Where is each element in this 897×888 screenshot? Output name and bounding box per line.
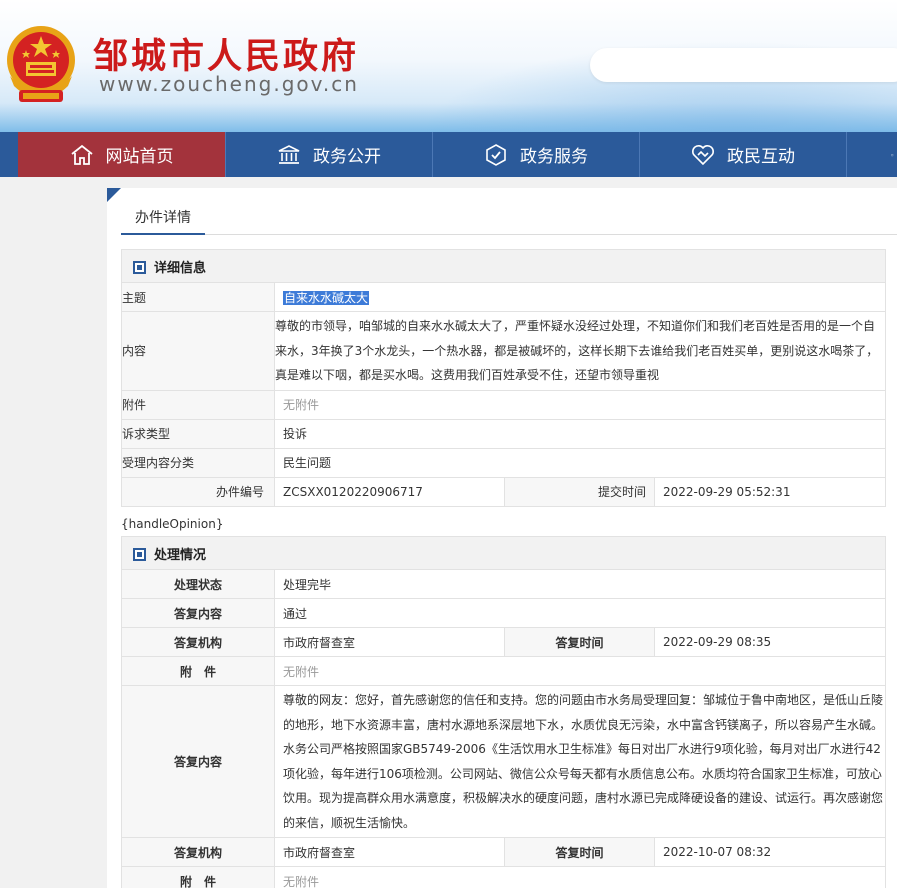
case-number-label: 办件编号 [121, 476, 275, 507]
status-label: 处理状态 [121, 569, 275, 599]
processing-table: 处理情况 处理状态 处理完毕 答复内容 通过 答复机构 市政府督查室 答复时间 … [121, 536, 886, 888]
table-row: 内容 尊敬的市领导，咱邹城的自来水水碱太大了，严重怀疑水没经过处理，不知道你们和… [121, 311, 886, 391]
nav-item-gov-services[interactable]: 政务服务 [433, 132, 640, 177]
reply-time-label: 答复时间 [504, 837, 655, 867]
tab-bar: 办件详情 [121, 202, 897, 235]
reply-time-label: 答复时间 [504, 627, 655, 657]
reply-label: 答复内容 [121, 685, 275, 838]
content-panel: 办件详情 详细信息 主题 自来水水碱太大 内容 尊敬的市领导，咱邹城的自来水水碱… [107, 188, 897, 888]
submit-time-value: 2022-09-29 05:52:31 [654, 476, 886, 507]
corner-decoration [107, 188, 121, 202]
main-nav: 网站首页 政务公开 政务服务 政民互动 [0, 132, 897, 177]
section-icon [133, 547, 146, 561]
table-row: 办件编号 ZCSXX0120220906717 提交时间 2022-09-29 … [121, 476, 886, 507]
attachment-value: 无附件 [274, 656, 886, 686]
more-icon [891, 153, 894, 156]
service-icon [486, 143, 506, 166]
table-row: 答复内容 尊敬的网友：您好，首先感谢您的信任和支持。您的问题由市水务局受理回复：… [121, 685, 886, 838]
nav-item-interaction[interactable]: 政民互动 [640, 132, 847, 177]
section-title: 处理情况 [154, 547, 207, 563]
reply-label: 答复内容 [121, 598, 275, 628]
table-row: 处理状态 处理完毕 [121, 569, 886, 599]
submit-time-label: 提交时间 [504, 476, 655, 507]
case-number-value: ZCSXX0120220906717 [274, 476, 505, 507]
subject-label: 主题 [121, 282, 275, 312]
government-building-icon [278, 144, 300, 164]
category-value: 民生问题 [274, 447, 886, 478]
home-icon [70, 144, 93, 165]
table-row: 答复机构 市政府督查室 答复时间 2022-09-29 08:35 [121, 627, 886, 657]
nav-item-label: 政务公开 [313, 147, 381, 167]
attachment-label: 附 件 [121, 866, 275, 888]
org-value: 市政府督查室 [274, 627, 505, 657]
table-row: 附 件 无附件 [121, 866, 886, 888]
reply-value: 通过 [274, 598, 886, 628]
org-label: 答复机构 [121, 627, 275, 657]
attachment-label: 附 件 [121, 656, 275, 686]
table-row: 受理内容分类 民生问题 [121, 447, 886, 478]
status-value: 处理完毕 [274, 569, 886, 599]
table-row: 附 件 无附件 [121, 656, 886, 686]
org-label: 答复机构 [121, 837, 275, 867]
type-value: 投诉 [274, 418, 886, 449]
header-banner: 邹城市人民政府 www.zoucheng.gov.cn [0, 0, 897, 132]
search-input[interactable] [590, 48, 897, 82]
table-row: 答复机构 市政府督查室 答复时间 2022-10-07 08:32 [121, 837, 886, 867]
national-emblem-icon [7, 26, 75, 102]
nav-item-label: 政务服务 [520, 147, 588, 167]
attachment-value: 无附件 [274, 389, 886, 420]
subject-value: 自来水水碱太大 [283, 290, 370, 305]
org-value: 市政府督查室 [274, 837, 505, 867]
handle-opinion-placeholder: {handleOpinion} [121, 517, 224, 531]
reply-time-value: 2022-10-07 08:32 [654, 837, 886, 867]
category-label: 受理内容分类 [121, 447, 275, 478]
section-icon [133, 260, 146, 274]
attachment-value: 无附件 [274, 866, 886, 888]
detail-table: 详细信息 主题 自来水水碱太大 内容 尊敬的市领导，咱邹城的自来水水碱太大了，严… [121, 249, 886, 507]
detail-section-header: 详细信息 [121, 249, 886, 283]
section-title: 详细信息 [154, 260, 207, 276]
attachment-label: 附件 [121, 389, 275, 420]
reply-time-value: 2022-09-29 08:35 [654, 627, 886, 657]
nav-item-label: 政民互动 [727, 147, 795, 167]
table-row: 附件 无附件 [121, 389, 886, 420]
handshake-icon [692, 144, 714, 165]
nav-item-label: 网站首页 [105, 147, 174, 167]
type-label: 诉求类型 [121, 418, 275, 449]
content-value: 尊敬的市领导，咱邹城的自来水水碱太大了，严重怀疑水没经过处理，不知道你们和我们老… [274, 311, 886, 391]
reply-value: 尊敬的网友：您好，首先感谢您的信任和支持。您的问题由市水务局受理回复：邹城位于鲁… [274, 685, 886, 838]
site-url: www.zoucheng.gov.cn [99, 72, 359, 96]
nav-item-gov-affairs[interactable]: 政务公开 [226, 132, 433, 177]
table-row: 诉求类型 投诉 [121, 418, 886, 449]
nav-item-more[interactable] [847, 132, 897, 177]
table-row: 主题 自来水水碱太大 [121, 282, 886, 312]
processing-section-header: 处理情况 [121, 536, 886, 570]
nav-item-home[interactable]: 网站首页 [18, 132, 226, 177]
tab-case-detail[interactable]: 办件详情 [121, 202, 205, 235]
content-label: 内容 [121, 311, 275, 391]
table-row: 答复内容 通过 [121, 598, 886, 628]
